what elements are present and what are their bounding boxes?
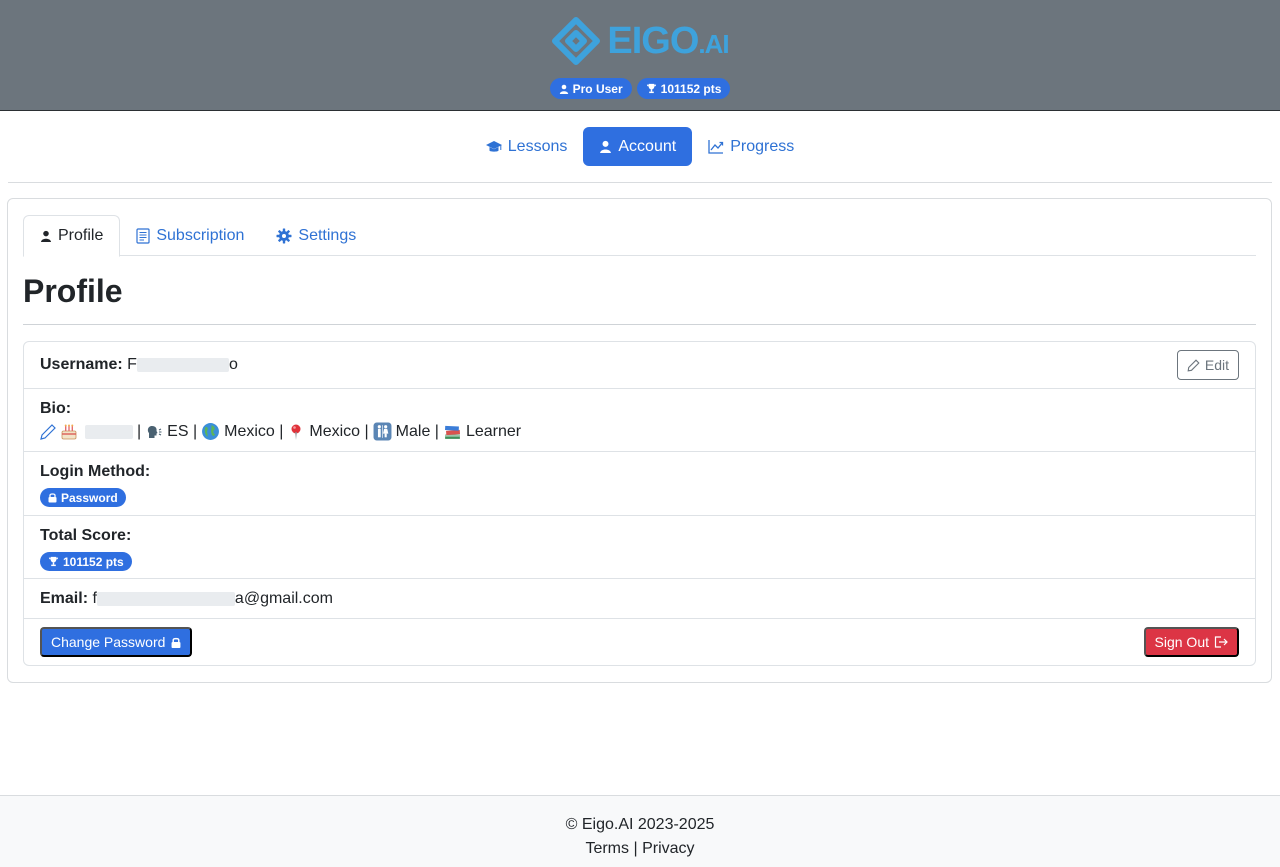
change-password-button[interactable]: Change Password — [40, 627, 193, 657]
privacy-link[interactable]: Privacy — [642, 840, 694, 857]
username-label: Username: — [40, 356, 123, 373]
score-badge: 101152 pts — [40, 552, 132, 571]
password-badge: Password — [40, 488, 126, 507]
main-nav: Lessons Account Progress — [0, 127, 1280, 166]
email-redacted — [96, 591, 235, 606]
bio-text: | ES | Mexico | Mexico | Male | Learner — [40, 422, 1239, 441]
restroom-emoji-icon — [373, 422, 392, 441]
username-value: Fo — [127, 356, 238, 373]
receipt-icon — [136, 227, 150, 244]
copyright: © Eigo.AI 2023-2025 — [565, 816, 715, 833]
terms-link[interactable]: Terms — [585, 840, 629, 857]
login-method-label: Login Method: — [40, 463, 151, 480]
bio-row: Bio: | ES | Mexico | Mexico | Male | Lea… — [24, 389, 1255, 452]
bio-language: ES | — [167, 422, 198, 440]
tab-settings[interactable]: Settings — [260, 215, 372, 256]
nav-progress[interactable]: Progress — [708, 127, 794, 166]
user-icon — [600, 140, 612, 153]
bio-label: Bio: — [40, 400, 72, 417]
graduation-cap-icon — [485, 140, 502, 152]
login-method-row: Login Method: Password — [24, 452, 1255, 516]
actions-row: Change Password Sign Out — [24, 619, 1255, 666]
books-emoji-icon — [444, 425, 460, 439]
logo-icon — [552, 17, 601, 65]
username-redacted — [136, 357, 229, 372]
sign-out-icon — [1214, 636, 1228, 648]
footer-links: Terms | Privacy — [0, 840, 1280, 858]
bio-role: Learner — [465, 422, 522, 440]
email-row: Email: f a@gmail.com — [24, 579, 1255, 619]
page-title: Profile — [23, 273, 123, 309]
user-icon — [559, 84, 568, 94]
username-row: Username: Fo Edit — [24, 342, 1255, 389]
total-score-row: Total Score: 101152 pts — [24, 516, 1255, 579]
nav-divider — [8, 182, 1272, 183]
email-value: f a@gmail.com — [92, 590, 333, 607]
page-footer: © Eigo.AI 2023-2025 Terms | Privacy — [0, 795, 1280, 867]
chart-line-icon — [708, 140, 724, 154]
brand-logo[interactable]: EIGO.AI — [551, 16, 730, 66]
footer-separator: | — [633, 840, 638, 857]
account-tabs: Profile Subscription Settings — [23, 215, 1256, 257]
trophy-icon — [48, 556, 59, 567]
nav-lessons[interactable]: Lessons — [485, 127, 567, 166]
gear-icon — [276, 228, 292, 243]
account-card: Profile Subscription Settings Profile Us… — [7, 198, 1272, 683]
nav-account[interactable]: Account — [583, 127, 693, 166]
points-badge: 101152 pts — [636, 78, 731, 99]
bio-country: Mexico | — [224, 422, 284, 440]
sign-out-button[interactable]: Sign Out — [1143, 627, 1239, 657]
bio-location: Mexico | — [309, 422, 369, 440]
total-score-label: Total Score: — [40, 527, 132, 544]
logo-text: EIGO.AI — [607, 20, 729, 62]
lock-icon — [171, 637, 181, 648]
bio-gender: Male | — [395, 422, 439, 440]
profile-info-box: Username: Fo Edit Bio: | ES | Mexico | M… — [23, 341, 1256, 666]
edit-button[interactable]: Edit — [1176, 350, 1239, 380]
bio-redacted — [85, 424, 133, 439]
map-pin-emoji-icon — [291, 424, 301, 440]
trophy-icon — [646, 83, 656, 94]
tab-profile[interactable]: Profile — [23, 215, 121, 257]
cake-emoji-icon — [61, 424, 77, 439]
pencil-icon — [1187, 358, 1200, 371]
user-icon — [40, 230, 52, 242]
email-label: Email: — [40, 590, 89, 607]
pro-user-badge: Pro User — [549, 78, 632, 99]
title-divider — [23, 324, 1256, 325]
pen-emoji-icon — [40, 423, 56, 440]
app-header: EIGO.AI Pro User 101152 pts — [0, 0, 1280, 111]
speaking-head-emoji-icon — [148, 425, 162, 438]
lock-icon — [48, 493, 57, 503]
tab-subscription[interactable]: Subscription — [120, 215, 260, 256]
globe-emoji-icon — [202, 423, 220, 440]
